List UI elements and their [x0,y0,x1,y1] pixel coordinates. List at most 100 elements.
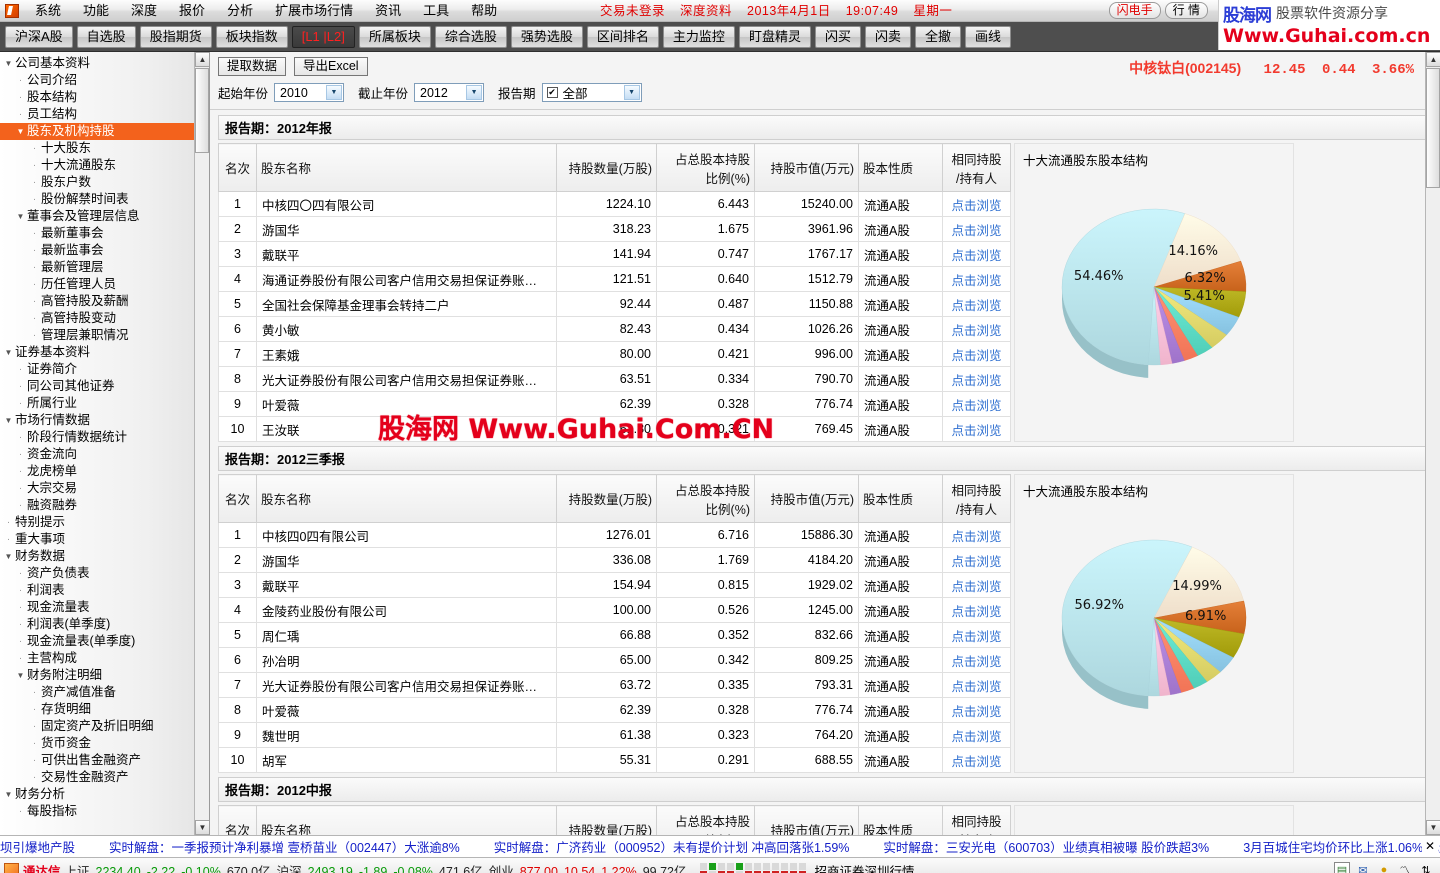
ticker-item-0[interactable]: 坝引爆地产股 [0,837,75,856]
ticker-close-icon[interactable]: ✕ [1422,838,1438,854]
tab-0[interactable]: 沪深A股 [5,25,73,48]
sidebar-item-1[interactable]: · 公司介绍 [0,72,209,89]
table-row[interactable]: 8 叶爱薇 62.39 0.328 776.74 流通A股 点击浏览 [218,697,1011,723]
sidebar-item-4[interactable]: ▼ 股东及机构持股 [0,123,209,140]
table-row[interactable]: 1 中核四0四有限公司 1276.01 6.716 15886.30 流通A股 点击浏览 [218,522,1011,548]
ticker-item-1[interactable]: 实时解盘：一季报预计净利暴增 壹桥苗业（002447）大涨逾8% [109,837,460,856]
table-row[interactable]: 5 全国社会保障基金理事会转持二户 92.44 0.487 1150.88 流通A股 点击浏… [218,291,1011,317]
table-row[interactable]: 2 游国华 318.23 1.675 3961.96 流通A股 点击浏览 [218,216,1011,242]
sidebar-item-40[interactable]: · 货币资金 [0,735,209,752]
sidebar-item-5[interactable]: · 十大股东 [0,140,209,157]
period-all-checkbox[interactable]: ✔ [546,87,558,98]
lightning-trade-button[interactable]: 闪电手 [1108,2,1161,19]
sidebar-item-14[interactable]: · 高管持股及薪酬 [0,293,209,310]
browse-link[interactable]: 点击浏览 [951,424,1001,438]
menu-item-3[interactable]: 报价 [168,0,216,22]
column-header-holder[interactable]: 相同持股/持有人 [942,474,1011,523]
menu-item-4[interactable]: 分析 [216,0,264,22]
start-year-select[interactable]: 2010 ▼ [274,83,345,102]
tree-scrollbar[interactable]: ▲ ▼ [194,52,209,835]
sidebar-item-6[interactable]: · 十大流通股东 [0,157,209,174]
chevron-down-icon[interactable]: ▼ [466,85,483,100]
column-header-value[interactable]: 持股市值(万元) [754,805,859,835]
table-row[interactable]: 4 金陵药业股份有限公司 100.00 0.526 1245.00 流通A股 点击浏览 [218,597,1011,623]
column-header-rank[interactable]: 名次 [218,474,257,523]
browse-link[interactable]: 点击浏览 [951,680,1001,694]
tab-2[interactable]: 股指期货 [139,25,212,48]
sidebar-item-16[interactable]: · 管理层兼职情况 [0,327,209,344]
mail-icon[interactable]: ✉ [1355,862,1371,873]
sidebar-item-0[interactable]: ▼ 公司基本资料 [0,55,209,72]
tab-8[interactable]: 区间排名 [586,25,659,48]
sidebar-item-38[interactable]: · 存货明细 [0,701,209,718]
menu-item-2[interactable]: 深度 [120,0,168,22]
sidebar-item-22[interactable]: · 阶段行情数据统计 [0,429,209,446]
sidebar-item-8[interactable]: · 股份解禁时间表 [0,191,209,208]
sidebar-item-41[interactable]: · 可供出售金融资产 [0,752,209,769]
note-icon[interactable]: ▤ [1334,862,1350,873]
browse-link[interactable]: 点击浏览 [951,730,1001,744]
sidebar-item-13[interactable]: · 历任管理人员 [0,276,209,293]
tab-6[interactable]: 综合选股 [434,25,507,48]
column-header-type[interactable]: 股本性质 [858,143,943,192]
sidebar-item-21[interactable]: ▼ 市场行情数据 [0,412,209,429]
sidebar-item-10[interactable]: · 最新董事会 [0,225,209,242]
browse-link[interactable]: 点击浏览 [951,224,1001,238]
sidebar-item-11[interactable]: · 最新监事会 [0,242,209,259]
chevron-down-icon[interactable]: ▼ [326,85,343,100]
table-row[interactable]: 3 戴联平 141.94 0.747 1767.17 流通A股 点击浏览 [218,241,1011,267]
coin-icon[interactable]: ● [1376,862,1392,873]
table-row[interactable]: 7 王素娥 80.00 0.421 996.00 流通A股 点击浏览 [218,341,1011,367]
sidebar-item-2[interactable]: · 股本结构 [0,89,209,106]
column-header-type[interactable]: 股本性质 [858,474,943,523]
chevron-down-icon[interactable]: ▼ [623,85,640,100]
quotes-button[interactable]: 行 情 [1164,2,1208,19]
table-row[interactable]: 9 魏世明 61.38 0.323 764.20 流通A股 点击浏览 [218,722,1011,748]
sidebar-item-12[interactable]: · 最新管理层 [0,259,209,276]
column-header-pct[interactable]: 占总股本持股比例(%) [656,143,755,192]
tab-1[interactable]: 自选股 [76,25,136,48]
sidebar-item-19[interactable]: · 同公司其他证券 [0,378,209,395]
sidebar-item-32[interactable]: · 现金流量表 [0,599,209,616]
tab-13[interactable]: 全撤 [914,25,961,48]
browse-link[interactable]: 点击浏览 [951,555,1001,569]
export-excel-button[interactable]: 导出Excel [294,57,368,76]
sidebar-item-42[interactable]: · 交易性金融资产 [0,769,209,786]
browse-link[interactable]: 点击浏览 [951,274,1001,288]
browse-link[interactable]: 点击浏览 [951,705,1001,719]
content-scroll-thumb[interactable] [1426,68,1440,188]
column-header-pct[interactable]: 占总股本持股比例(%) [656,805,755,835]
browse-link[interactable]: 点击浏览 [951,399,1001,413]
browse-link[interactable]: 点击浏览 [951,349,1001,363]
period-select[interactable]: ✔ 全部 ▼ [541,83,642,102]
browse-link[interactable]: 点击浏览 [951,655,1001,669]
column-header-type[interactable]: 股本性质 [858,805,943,835]
ticker-item-2[interactable]: 实时解盘：广济药业（000952）未有提价计划 冲高回落张1.59% [494,837,850,856]
table-row[interactable]: 6 黄小敏 82.43 0.434 1026.26 流通A股 点击浏览 [218,316,1011,342]
sidebar-item-43[interactable]: ▼ 财务分析 [0,786,209,803]
menu-item-5[interactable]: 扩展市场行情 [264,0,364,22]
sidebar-item-24[interactable]: · 龙虎榜单 [0,463,209,480]
browse-link[interactable]: 点击浏览 [951,530,1001,544]
sidebar-item-31[interactable]: · 利润表 [0,582,209,599]
table-row[interactable]: 6 孙冶明 65.00 0.342 809.25 流通A股 点击浏览 [218,647,1011,673]
sidebar-item-25[interactable]: · 大宗交易 [0,480,209,497]
network-icon[interactable]: ⇅ [1418,862,1434,873]
tab-9[interactable]: 主力监控 [662,25,735,48]
column-header-qty[interactable]: 持股数量(万股) [556,143,657,192]
menu-item-8[interactable]: 帮助 [460,0,508,22]
column-header-name[interactable]: 股东名称 [256,474,557,523]
table-row[interactable]: 2 游国华 336.08 1.769 4184.20 流通A股 点击浏览 [218,547,1011,573]
tree-scroll-up-icon[interactable]: ▲ [195,52,209,67]
browse-link[interactable]: 点击浏览 [951,299,1001,313]
browse-link[interactable]: 点击浏览 [951,249,1001,263]
table-row[interactable]: 1 中核四〇四有限公司 1224.10 6.443 15240.00 流通A股 点击浏览 [218,191,1011,217]
column-header-rank[interactable]: 名次 [218,143,257,192]
sidebar-item-44[interactable]: · 每股指标 [0,803,209,820]
column-header-rank[interactable]: 名次 [218,805,257,835]
menu-item-1[interactable]: 功能 [72,0,120,22]
signal-icon[interactable]: 〽 [1397,862,1413,873]
column-header-name[interactable]: 股东名称 [256,805,557,835]
sidebar-item-3[interactable]: · 员工结构 [0,106,209,123]
browse-link[interactable]: 点击浏览 [951,199,1001,213]
